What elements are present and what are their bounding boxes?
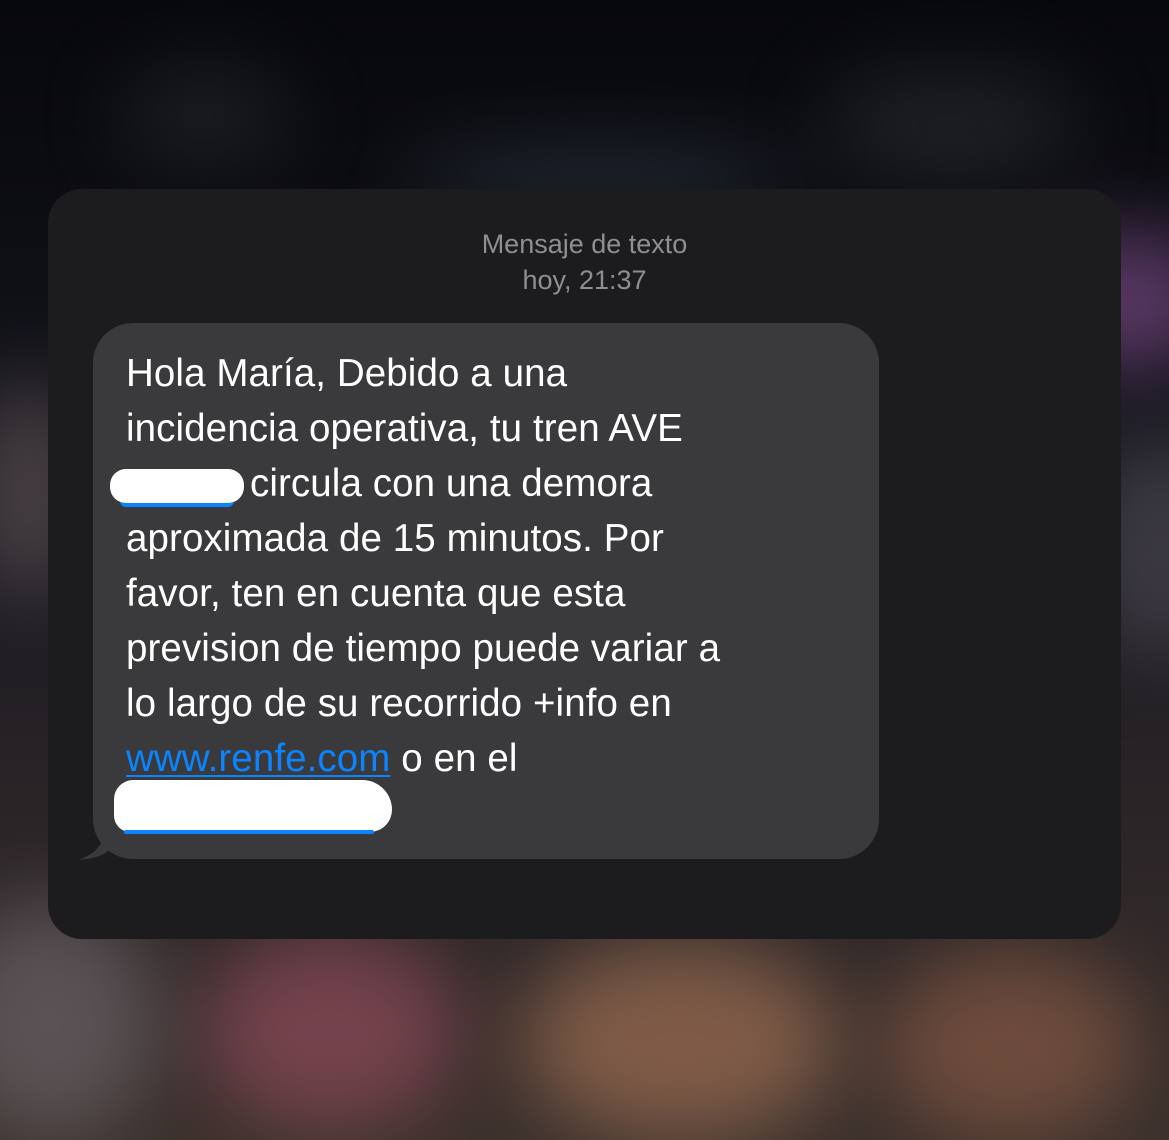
message-line-text: circula con una demora (250, 462, 653, 505)
message-line: favor, ten en cuenta que esta (126, 572, 626, 615)
background-blur-shape (520, 940, 840, 1140)
message-type-label: Mensaje de texto (481, 229, 688, 259)
message-line: Hola María, Debido a una (126, 352, 568, 395)
background-blur-shape (120, 70, 290, 160)
message-body: Hola María, Debido a una incidencia oper… (110, 346, 866, 786)
message-line: lo largo de su recorrido +info en (126, 682, 672, 725)
redacted-phone-number (114, 780, 392, 834)
message-line: aproximada de 15 minutos. Por (126, 517, 664, 560)
message-line: prevision de tiempo puede variar a (126, 627, 721, 670)
message-line: www.renfe.com o en el (126, 731, 866, 786)
message-line: incidencia operativa, tu tren AVE (126, 407, 683, 450)
message-timestamp: hoy, 21:37 (522, 265, 647, 295)
message-line-text: o en el (390, 737, 518, 780)
redacted-train-number (110, 468, 244, 503)
message-header: Mensaje de texto hoy, 21:37 (0, 226, 1169, 298)
message-line: circula con una demora (110, 456, 866, 511)
renfe-link[interactable]: www.renfe.com (126, 737, 390, 780)
background-blur-shape (880, 950, 1140, 1140)
background-blur-shape (820, 70, 1080, 180)
background-blur-shape (200, 930, 460, 1130)
